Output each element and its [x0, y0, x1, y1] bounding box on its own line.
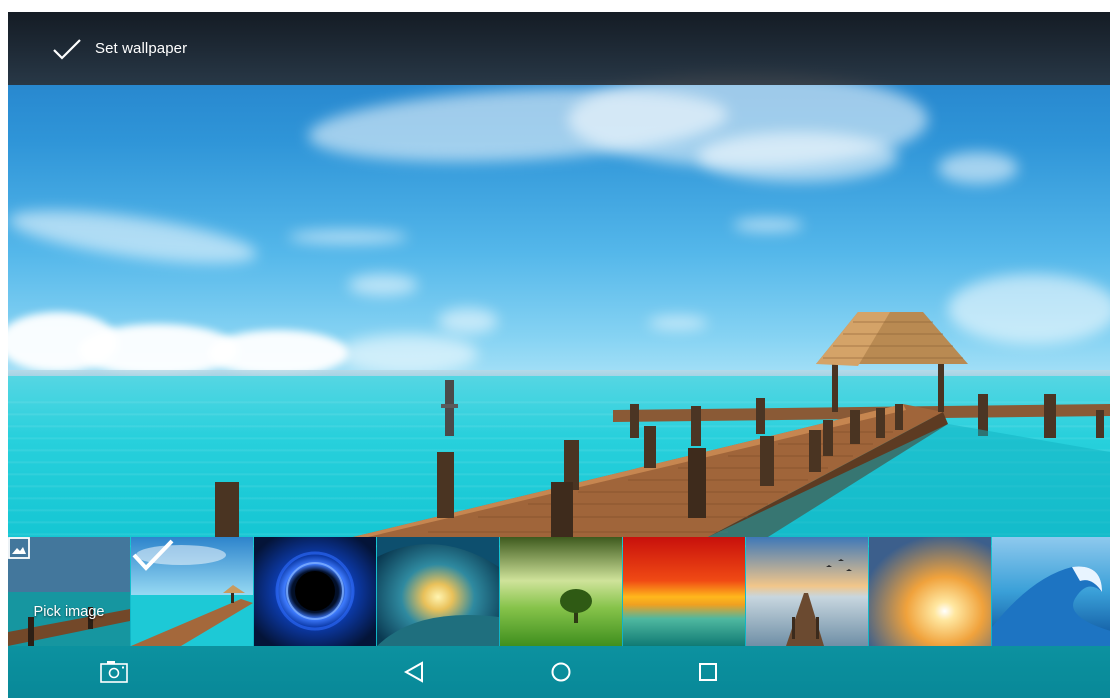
wallpaper-thumbnail-green-field-tree[interactable] [500, 537, 622, 646]
screenshot-button[interactable] [96, 654, 132, 690]
wallpaper-thumbnail-sunburst-clouds[interactable] [869, 537, 991, 646]
back-icon [403, 661, 423, 683]
system-navigation-bar [8, 646, 1110, 698]
wallpaper-thumbnail-blue-vortex[interactable] [254, 537, 376, 646]
image-icon [8, 537, 30, 559]
wallpaper-picker-screen: Set wallpaper Pick image [8, 12, 1110, 698]
recents-icon [699, 663, 717, 681]
wallpaper-thumbnail-strip: Pick image [8, 537, 1110, 646]
screenshot-icon [100, 661, 128, 683]
home-icon [551, 662, 571, 682]
home-button[interactable] [543, 654, 579, 690]
wallpaper-thumbnail-blue-wave[interactable] [992, 537, 1110, 646]
pick-image-tile[interactable]: Pick image [8, 537, 130, 646]
set-wallpaper-button[interactable]: Set wallpaper [8, 12, 207, 85]
set-wallpaper-label: Set wallpaper [95, 40, 188, 57]
back-button[interactable] [396, 654, 432, 690]
wallpaper-thumbnail-wooden-pier-sunset[interactable] [746, 537, 868, 646]
recents-button[interactable] [690, 654, 726, 690]
wallpaper-thumbnail-ocean-wave-sunset[interactable] [377, 537, 499, 646]
wallpaper-thumbnail-red-sunset-sea[interactable] [623, 537, 745, 646]
pick-image-label: Pick image [33, 604, 105, 620]
wallpaper-thumbnail-beach-pier[interactable] [131, 537, 253, 646]
top-action-bar: Set wallpaper [8, 12, 1110, 85]
check-icon [53, 38, 81, 60]
selected-check-icon [132, 539, 174, 571]
